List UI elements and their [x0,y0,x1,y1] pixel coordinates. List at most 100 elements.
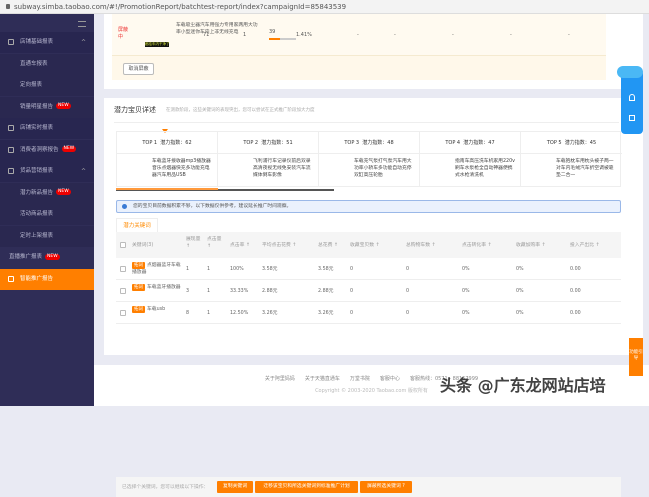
top-item[interactable]: TOP 3 潜力指数：48 车载充气泵打气泵汽车用大功率小轿车多功能自动充停双缸高… [319,132,420,186]
cloud-icon[interactable] [617,66,643,78]
sidebar-item[interactable]: 直播推广报表 NEW [0,247,94,268]
cell: 0 [350,267,354,272]
cell: 0% [462,311,470,316]
sidebar-item-label: 店铺实时报表 [20,125,54,131]
cell: 1 [186,267,190,272]
sidebar-item[interactable]: 直通车报表 [0,53,94,75]
keyword: 车载usb [147,307,166,312]
cell: 3 [186,289,190,294]
footer-link[interactable]: 关于天猫直通车 [305,376,340,382]
sidebar-item-label: 活动商品报表 [20,211,54,217]
sidebar-item-label: 直播推广报表 [9,254,43,260]
tab-potential-keywords[interactable]: 潜力关键词 [116,218,158,232]
footer-link[interactable]: 关于阿里妈妈 [265,376,295,382]
potential-index: 潜力指数：51 [261,140,293,146]
potential-score: 39 [269,29,276,35]
url-text: subway.simba.taobao.com/#!/PromotionRepo… [14,3,347,11]
cell: 1 [207,289,211,294]
sidebar-item[interactable]: 店铺基础报表 ^ [0,32,94,53]
cell: 0% [462,289,470,294]
top-item[interactable]: TOP 5 潜力指数：45 车载抱枕车用枕头被子两一对车内毛绒汽车折空调被靠垫二合… [521,132,622,186]
cell: 3.58元 [262,267,278,272]
select-all-checkbox[interactable] [120,242,126,248]
cell: 0 [406,267,410,272]
column-header[interactable]: 收藏宝贝数 ↑ [350,242,404,249]
sidebar-item[interactable]: 活动商品报表 [0,204,94,225]
chevron-up-icon[interactable]: ^ [81,161,86,182]
column-header[interactable]: 展现量 ↑ [186,236,202,250]
cell: 0% [516,267,524,272]
metric-cell: - [510,32,512,38]
metric-cell: 1.41% [296,32,312,38]
copy-keywords-button[interactable]: 复制关键词 [217,481,253,493]
column-header[interactable]: 关键词(3) [132,242,186,249]
bulk-hint: 已选择个关键词，您可以继续以下操作： [122,485,209,490]
product-title[interactable]: 车载吸尘器汽车用强力专用家两用大功率小型迷你车内上非无线充电 [176,22,260,36]
footer-link[interactable]: 客服中心 [380,376,400,382]
sidebar-item-label: 定时上架报表 [20,232,54,239]
cell: 0 [406,311,410,316]
keyword: 车载蓝牙播放器 [147,285,181,290]
sidebar-item[interactable]: 潜力新品报告 NEW [0,182,94,204]
migrate-button[interactable]: 迁移该宝贝和所选关键词到标准推广计划 [255,481,358,493]
carousel-scrollbar[interactable] [116,188,334,191]
sidebar-item[interactable]: 智能推广报告 [0,268,94,290]
metric-cell: - [357,32,359,38]
info-icon [122,204,127,209]
sidebar-item[interactable]: 定向报表 [0,75,94,96]
product-title: 指南车高压洗车机家用220v刷车水泵枪全自动神器便携式水枪清洗机 [455,159,515,178]
blocked-item-row: 屏蔽中 都给车内干净了 车载吸尘器汽车用强力专用家两用大功率小型迷你车内上非无线… [112,14,606,56]
sidebar-item[interactable]: 销量明星报告 NEW [0,96,94,118]
top-item[interactable]: TOP 4 潜力指数：47 指南车高压洗车机家用220v刷车水泵枪全自动神器便携式… [420,132,521,186]
cell: 0% [462,267,470,272]
blocked-item-card: 屏蔽中 都给车内干净了 车载吸尘器汽车用强力专用家两用大功率小型迷你车内上非无线… [104,14,643,89]
menu-icon [8,125,14,131]
menu-icon [8,168,14,174]
section-hint: 在测款阶段，这些关键词的表现突出，您可以尝试在正式推广阶段加大力度 [166,108,315,113]
top-item[interactable]: TOP 1 潜力指数：62 车载蓝牙接收器mp3播放器音乐点烟器快充多功能充电器汽… [117,132,218,186]
table-row: 拓词 车载蓝牙播放器 3 1 33.33% 2.88元 2.88元 0 0 0% 0% 0.00 [116,280,621,302]
column-header[interactable]: 投入产出比 ↑ [570,242,618,249]
metric-cell: 71 [203,32,210,38]
cell: 2.88元 [262,289,278,294]
column-header[interactable]: 平均点击花费 ↑ [262,242,316,249]
top-rank: TOP 5 [546,140,562,146]
column-header[interactable]: 点击转化率 ↑ [462,242,516,249]
metric-cell: 1 [243,32,247,38]
column-header[interactable]: 点击量 ↑ [207,236,223,250]
chevron-up-icon[interactable]: ^ [81,32,86,53]
cell: 3.58元 [318,267,334,272]
block-keywords-button[interactable]: 屏蔽所选关键词 ? [360,481,412,493]
sidebar-item[interactable]: 消费者洞察报告 NEW [0,139,94,161]
product-thumbnail [324,158,350,184]
row-checkbox[interactable] [120,266,126,272]
product-title: 车载充气泵打气泵汽车用大功率小轿车多功能自动充停双缸高压轮胎 [354,159,412,178]
help-icon[interactable]: ? [402,484,405,489]
cell: 0 [350,289,354,294]
floating-toolbar [617,66,643,134]
feedback-icon[interactable] [629,115,635,121]
feature-guide-button[interactable]: 功能引导 [629,338,643,376]
unblock-button[interactable]: 取消屏蔽 [123,63,154,75]
top-rank: TOP 1 [142,140,158,146]
top-item[interactable]: TOP 2 潜力指数：51 飞利浦行车记录仪前后双录高清夜视无线免安装汽车流媒体倒… [218,132,319,186]
sidebar: 店铺基础报表 ^ 直通车报表 定向报表 销量明星报告 NEW 店铺实时报表 消费者洞察报告 NE… [0,14,94,406]
column-header[interactable]: 总购物车数 ↑ [406,242,460,249]
cell: 2.88元 [318,289,334,294]
new-badge: NEW [56,103,71,109]
row-checkbox[interactable] [120,288,126,294]
sidebar-item-label: 销量明星报告 [20,103,54,110]
sidebar-item[interactable]: 货品营销报表 ^ [0,161,94,182]
new-badge: NEW [45,253,60,260]
sidebar-item[interactable]: 定时上架报表 [0,225,94,247]
address-bar[interactable]: subway.simba.taobao.com/#!/PromotionRepo… [0,0,649,14]
bell-icon[interactable] [629,94,635,101]
notice-banner: 您的宝贝目前数据积累不够，以下数据仅供参考，建议延长推广时间观察。 [116,200,621,213]
footer-link[interactable]: 万堂书院 [350,376,370,382]
section-title: 潜力宝贝详述 [114,106,156,114]
sidebar-item[interactable]: 店铺实时报表 [0,118,94,139]
collapse-menu-icon[interactable] [78,21,86,27]
row-checkbox[interactable] [120,310,126,316]
column-header[interactable]: 收藏加购率 ↑ [516,242,570,249]
top-rank: TOP 2 [243,140,259,146]
